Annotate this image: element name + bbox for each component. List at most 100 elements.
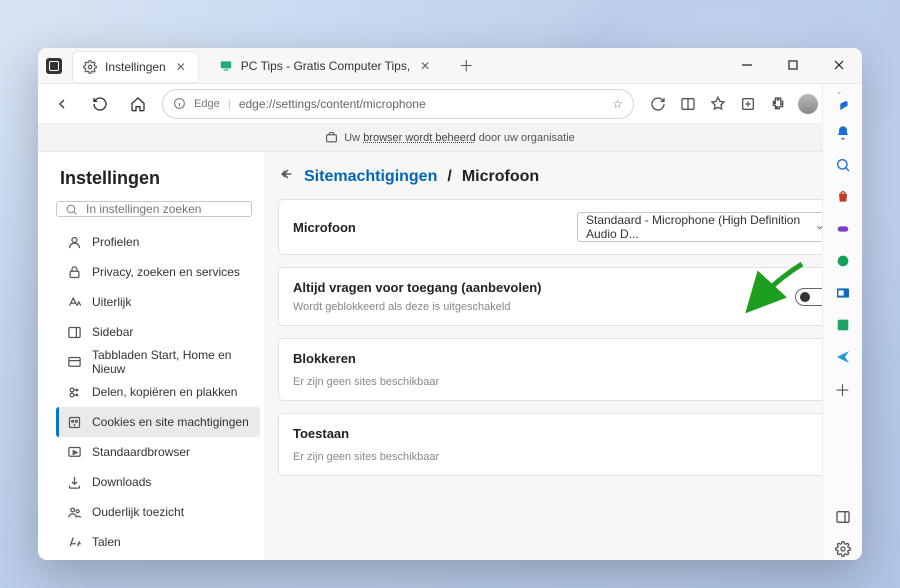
avatar[interactable] (794, 90, 822, 118)
minimize-button[interactable] (724, 48, 770, 83)
sidebar-item[interactable]: Sidebar (56, 317, 260, 347)
search-icon (65, 203, 78, 216)
breadcrumb-back-icon[interactable] (278, 166, 294, 187)
nav-icon (67, 325, 82, 340)
main-content: Sitemachtigingen / Microfoon Microfoon S… (264, 152, 862, 560)
nav-icon (67, 295, 82, 310)
allow-card: Toestaan Er zijn geen sites beschikbaar (278, 413, 848, 476)
site-icon (219, 59, 233, 73)
favorite-icon[interactable]: ☆ (612, 97, 623, 111)
nav-icon (67, 415, 82, 430)
nav-icon (67, 445, 82, 460)
sidebar-item[interactable]: Delen, kopiëren en plakken (56, 377, 260, 407)
games-icon[interactable] (832, 218, 854, 240)
close-tab-icon[interactable]: ✕ (174, 58, 188, 76)
sidebar-item[interactable]: Downloads (56, 467, 260, 497)
search-input[interactable] (86, 202, 243, 216)
block-title: Blokkeren (293, 351, 833, 366)
nav-label: Delen, kopiëren en plakken (92, 385, 237, 399)
sidebar-item[interactable]: Talen (56, 527, 260, 557)
tab-label: PC Tips - Gratis Computer Tips, (241, 59, 410, 73)
block-card: Blokkeren Er zijn geen sites beschikbaar (278, 338, 848, 401)
back-button[interactable] (48, 90, 76, 118)
nav-icon (67, 385, 82, 400)
breadcrumb-parent[interactable]: Sitemachtigingen (304, 168, 437, 186)
drop-icon[interactable] (832, 314, 854, 336)
send-icon[interactable] (832, 346, 854, 368)
url-text: edge://settings/content/microphone (239, 97, 604, 111)
tab-pctips[interactable]: PC Tips - Gratis Computer Tips, ✕ (209, 51, 442, 81)
sidebar-item[interactable]: Standaardbrowser (56, 437, 260, 467)
nav-label: Downloads (92, 475, 151, 489)
allow-title: Toestaan (293, 426, 833, 441)
nav-label: Privacy, zoeken en services (92, 265, 240, 279)
nav-label: Ouderlijk toezicht (92, 505, 184, 519)
sidebar-item[interactable]: Ouderlijk toezicht (56, 497, 260, 527)
breadcrumb-current: Microfoon (462, 168, 539, 186)
tab-settings[interactable]: Instellingen ✕ (72, 51, 199, 81)
breadcrumb: Sitemachtigingen / Microfoon (278, 166, 848, 187)
settings-search[interactable] (56, 201, 252, 217)
address-bar[interactable]: Edge | edge://settings/content/microphon… (162, 89, 634, 119)
close-window-button[interactable] (816, 48, 862, 83)
outlook-icon[interactable] (832, 282, 854, 304)
refresh2-icon[interactable] (644, 90, 672, 118)
sidebar-item[interactable]: Uiterlijk (56, 287, 260, 317)
org-link[interactable]: browser wordt beheerd (363, 132, 476, 144)
ask-card: Altijd vragen voor toegang (aanbevolen) … (278, 267, 848, 326)
device-card: Microfoon Standaard - Microphone (High D… (278, 199, 848, 255)
new-tab-button[interactable]: ＋ (452, 52, 480, 80)
nav-label: Sidebar (92, 325, 133, 339)
add-sb-icon[interactable]: ＋ (832, 378, 854, 400)
sidebar-item[interactable]: Cookies en site machtigingen (56, 407, 260, 437)
tab-actions-icon[interactable] (46, 58, 62, 74)
collections-icon[interactable] (734, 90, 762, 118)
nav-label: Cookies en site machtigingen (92, 415, 249, 429)
nav-icon (67, 355, 82, 370)
refresh-button[interactable] (86, 90, 114, 118)
nav-label: Talen (92, 535, 121, 549)
nav-icon (67, 535, 82, 550)
titlebar: Instellingen ✕ PC Tips - Gratis Computer… (38, 48, 862, 84)
site-info-icon (173, 97, 186, 110)
settings-sb-icon[interactable] (832, 538, 854, 560)
sidebar-item[interactable]: Tabbladen Start, Home en Nieuw (56, 347, 260, 377)
home-button[interactable] (124, 90, 152, 118)
nav-label: Profielen (92, 235, 139, 249)
allow-empty: Er zijn geen sites beschikbaar (293, 441, 833, 463)
org-managed-bar: Uw browser wordt beheerd door uw organis… (38, 124, 862, 152)
nav-label: Tabbladen Start, Home en Nieuw (92, 348, 252, 376)
tools-icon[interactable] (832, 250, 854, 272)
nav-icon (67, 475, 82, 490)
settings-sidebar: Instellingen Profielen Privacy, zoeken en… (38, 152, 264, 560)
bell-icon[interactable] (832, 122, 854, 144)
engine-label: Edge (194, 98, 220, 110)
edge-sidebar: ＋ (822, 84, 862, 560)
settings-heading: Instellingen (60, 168, 260, 189)
search-sb-icon[interactable] (832, 154, 854, 176)
close-tab-icon[interactable]: ✕ (418, 57, 432, 75)
device-label: Microfoon (293, 220, 356, 235)
block-empty: Er zijn geen sites beschikbaar (293, 366, 833, 388)
ask-subtitle: Wordt geblokkeerd als deze is uitgeschak… (293, 301, 541, 313)
briefcase-icon (325, 131, 338, 144)
nav-icon (67, 505, 82, 520)
collapse-sb-icon[interactable] (832, 506, 854, 528)
tab-label: Instellingen (105, 60, 166, 74)
ask-title: Altijd vragen voor toegang (aanbevolen) (293, 280, 541, 295)
device-select[interactable]: Standaard - Microphone (High Definition … (577, 212, 833, 242)
shopping-icon[interactable] (832, 186, 854, 208)
nav-label: Uiterlijk (92, 295, 131, 309)
gear-icon (83, 60, 97, 74)
browser-window: Instellingen ✕ PC Tips - Gratis Computer… (38, 48, 862, 560)
nav-label: Standaardbrowser (92, 445, 190, 459)
extensions-icon[interactable] (764, 90, 792, 118)
sidebar-item[interactable]: Privacy, zoeken en services (56, 257, 260, 287)
split-icon[interactable] (674, 90, 702, 118)
nav-icon (67, 235, 82, 250)
bing-icon[interactable] (832, 90, 854, 112)
maximize-button[interactable] (770, 48, 816, 83)
sidebar-item[interactable]: Printers (56, 557, 260, 560)
favorites-icon[interactable] (704, 90, 732, 118)
sidebar-item[interactable]: Profielen (56, 227, 260, 257)
